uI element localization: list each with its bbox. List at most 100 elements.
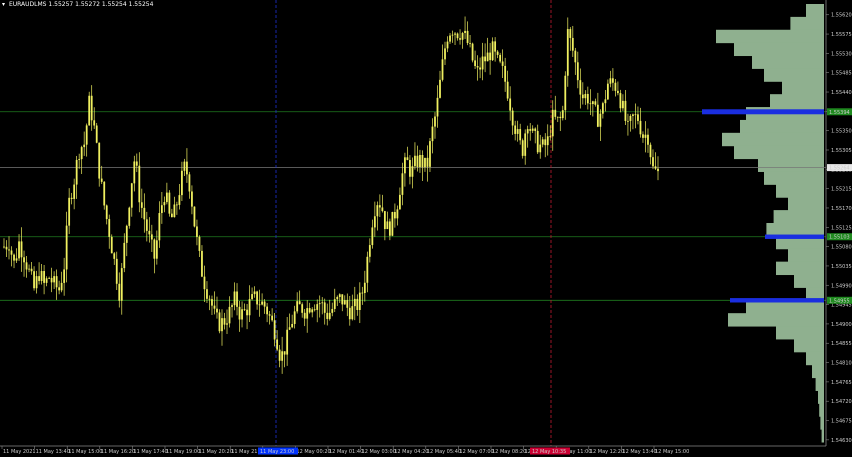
candle	[652, 149, 654, 170]
candle	[331, 302, 334, 317]
time-tick-label: 11 May 20:20	[199, 449, 233, 455]
profile-bin	[776, 184, 824, 198]
candle	[236, 283, 238, 316]
candle-body	[466, 30, 469, 43]
candle	[196, 219, 198, 246]
candle	[93, 107, 96, 129]
candle-body	[524, 133, 527, 156]
candle	[118, 272, 121, 308]
profile-bin	[716, 29, 824, 44]
price-tick-label: 1.55170	[831, 206, 852, 212]
candle-body	[481, 56, 484, 70]
profile-bin	[734, 42, 824, 57]
candle-body	[38, 276, 40, 281]
candle	[221, 309, 223, 346]
candle-body	[449, 35, 451, 42]
candle-body	[606, 83, 609, 100]
candle	[386, 211, 389, 230]
candle-body	[228, 306, 231, 324]
candle-body	[135, 161, 138, 166]
candle	[246, 304, 248, 330]
candle-body	[564, 75, 567, 111]
time-axis: 11 May 2021 11 May 13:4011 May 15:0011 Ma…	[0, 445, 826, 455]
chart-area[interactable]: 1.55620 1.55575 1.55530 1.55485 1.55440 1.553…	[0, 0, 852, 457]
candle-body	[381, 207, 384, 212]
candle	[336, 295, 339, 307]
candle	[208, 295, 211, 311]
candle-body	[396, 209, 399, 219]
candle	[356, 294, 359, 316]
price-tick-label: 1.55215	[831, 187, 852, 193]
candle-body	[411, 166, 414, 177]
candle	[323, 298, 326, 325]
candle-body	[358, 292, 361, 311]
candle-body	[584, 93, 587, 99]
candle	[316, 299, 319, 323]
candle-body	[183, 161, 186, 171]
candle	[328, 299, 331, 321]
candle-body	[399, 194, 401, 210]
candle	[140, 188, 143, 219]
candle-body	[196, 226, 198, 237]
candle	[165, 182, 168, 205]
candle-body	[160, 205, 163, 214]
candle	[414, 142, 416, 170]
candle	[303, 308, 306, 327]
candle-body	[622, 100, 624, 109]
candle	[203, 265, 206, 302]
time-tick-label: 12 May 08:20	[492, 449, 526, 455]
candle	[399, 187, 401, 210]
candle-body	[23, 257, 25, 263]
candle	[78, 153, 81, 169]
candle-body	[609, 78, 612, 84]
candle-body	[414, 155, 416, 167]
candle	[569, 27, 572, 51]
candle	[494, 37, 497, 62]
candle-body	[90, 95, 93, 121]
candle-body	[644, 134, 647, 138]
candle	[401, 162, 404, 206]
candle	[499, 52, 502, 64]
candle	[396, 205, 399, 226]
candle	[168, 190, 171, 217]
candle	[33, 266, 35, 291]
candle	[486, 37, 489, 62]
candle	[617, 81, 619, 96]
candle	[226, 309, 228, 334]
chart-canvas[interactable]: 1.55620 1.55575 1.55530 1.55485 1.55440 1.553…	[0, 0, 852, 457]
candle	[103, 181, 106, 210]
time-tick-label: 12 May 01:40	[329, 449, 363, 455]
candle	[153, 238, 156, 274]
candle-body	[198, 236, 201, 251]
time-tick-label: 11 May 15:00	[68, 449, 102, 455]
candle	[446, 36, 449, 53]
candle-body	[150, 234, 153, 240]
profile-bin	[734, 145, 824, 160]
candle	[434, 112, 436, 139]
candle-body	[271, 315, 274, 321]
price-tick-label: 1.55035	[831, 264, 852, 270]
candle	[464, 16, 466, 40]
candle-body	[371, 227, 374, 246]
candle-body	[654, 166, 657, 169]
candle-body	[368, 245, 371, 257]
candle	[606, 79, 609, 101]
candle	[579, 68, 582, 109]
candle	[318, 295, 321, 318]
candle	[123, 233, 126, 273]
candle-body	[50, 277, 53, 283]
candle	[28, 264, 30, 273]
profile-bin	[794, 338, 824, 353]
down-triangle-icon[interactable]: ▾	[2, 1, 5, 8]
candle	[351, 294, 354, 321]
candle-body	[514, 125, 517, 134]
candle	[353, 286, 356, 321]
candle	[634, 103, 637, 129]
candle-body	[241, 309, 243, 320]
candle-body	[226, 323, 228, 325]
candle-body	[383, 211, 386, 230]
candle	[599, 109, 602, 142]
candle	[619, 89, 622, 113]
candle-body	[15, 258, 18, 261]
candle	[654, 152, 657, 171]
